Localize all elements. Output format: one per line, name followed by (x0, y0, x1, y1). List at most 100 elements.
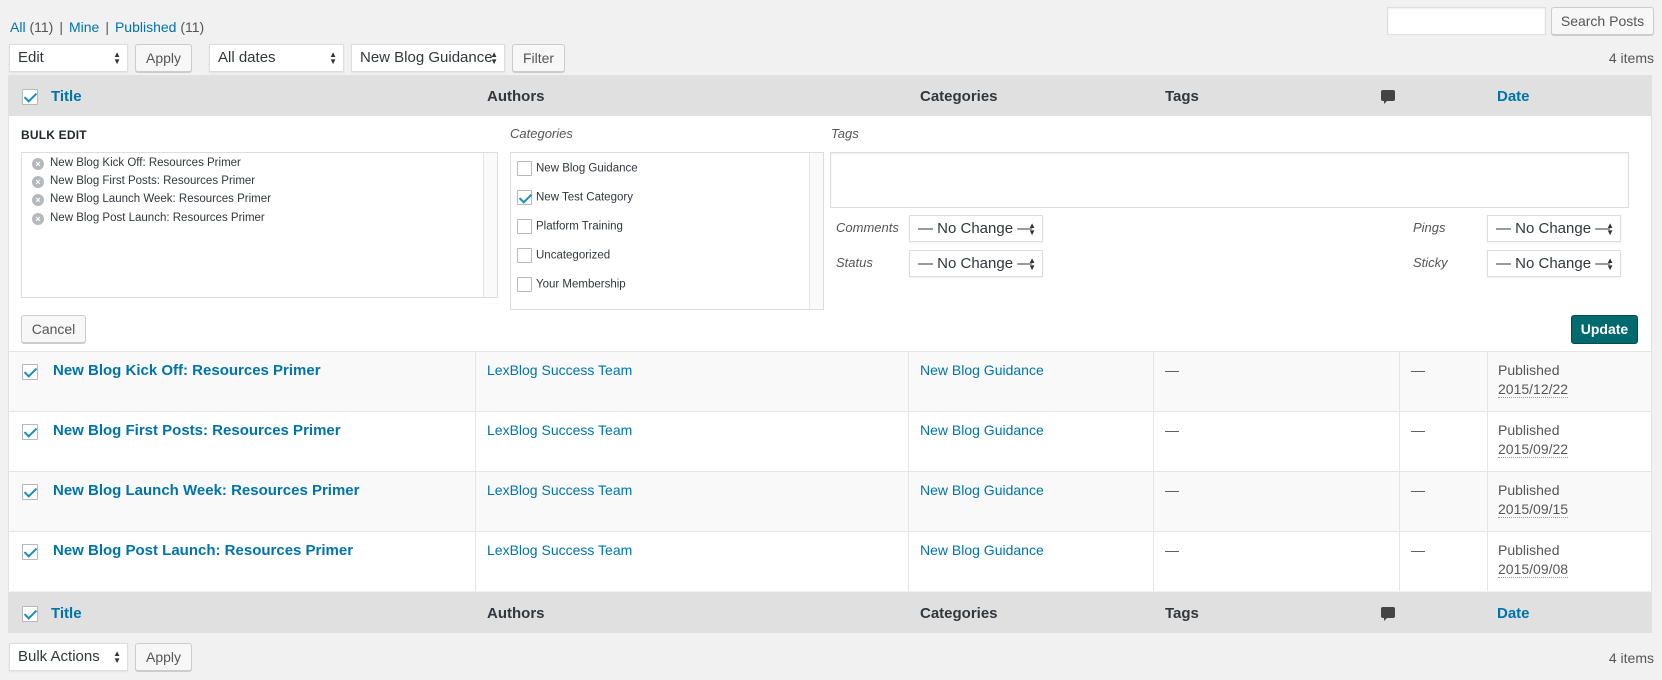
search-input[interactable] (1387, 7, 1546, 35)
apply-button[interactable]: Apply (135, 44, 192, 72)
select-all-checkbox[interactable] (22, 89, 38, 105)
tags-label: Tags (831, 126, 859, 141)
tags-cell: — (1165, 362, 1179, 378)
post-title-link[interactable]: New Blog First Posts: Resources Primer (53, 422, 341, 439)
cancel-button[interactable]: Cancel (21, 315, 86, 343)
category-option[interactable]: New Test Category (517, 190, 633, 205)
status-label: Status (836, 255, 873, 270)
checkbox-icon[interactable] (517, 219, 532, 234)
select-arrows-icon: ▲ ▼ (113, 50, 121, 66)
category-link[interactable]: New Blog Guidance (920, 542, 1044, 558)
category-option[interactable]: Your Membership (517, 277, 626, 292)
date-cell: Published 2015/09/08 (1498, 542, 1569, 578)
bulk-title-item: × New Blog Launch Week: Resources Primer (32, 193, 271, 206)
dates-select[interactable]: All dates ▲ ▼ (209, 44, 344, 72)
category-select[interactable]: New Blog Guidance ▲ ▼ (351, 44, 505, 72)
bulk-title-item: × New Blog First Posts: Resources Primer (32, 175, 255, 188)
category-link[interactable]: New Blog Guidance (920, 362, 1044, 378)
bulk-edit-heading: BULK EDIT (21, 128, 87, 142)
post-title-link[interactable]: New Blog Kick Off: Resources Primer (53, 362, 321, 379)
category-option[interactable]: Uncategorized (517, 248, 610, 263)
comment-bubble-icon[interactable] (1381, 607, 1395, 621)
titles-scrollbar[interactable] (483, 153, 497, 297)
table-footer: Title Authors Categories Tags Date (8, 592, 1652, 633)
remove-circle-icon[interactable]: × (32, 176, 44, 188)
category-option[interactable]: New Blog Guidance (517, 161, 638, 176)
post-title-link[interactable]: New Blog Launch Week: Resources Primer (53, 482, 359, 499)
author-link[interactable]: LexBlog Success Team (487, 542, 632, 558)
column-title-sort[interactable]: Title (51, 88, 82, 105)
date-cell: Published 2015/12/22 (1498, 362, 1569, 398)
update-button[interactable]: Update (1571, 315, 1638, 344)
category-option[interactable]: Platform Training (517, 219, 623, 234)
comments-cell: — (1411, 362, 1425, 378)
tags-cell: — (1165, 542, 1179, 558)
column-categories: Categories (920, 88, 998, 105)
select-arrows-icon: ▲ ▼ (1028, 256, 1036, 272)
row-checkbox[interactable] (22, 364, 38, 380)
post-title-link[interactable]: New Blog Post Launch: Resources Primer (53, 542, 353, 559)
select-all-checkbox[interactable] (22, 606, 38, 622)
bottom-bulk-action-select[interactable]: Bulk Actions ▲ ▼ (9, 643, 128, 671)
checkbox-icon[interactable] (517, 161, 532, 176)
column-date-sort[interactable]: Date (1497, 605, 1530, 622)
column-categories: Categories (920, 605, 998, 622)
view-published-link[interactable]: Published (11) (115, 19, 204, 35)
pings-label: Pings (1413, 220, 1446, 235)
table-row: New Blog Launch Week: Resources Primer L… (8, 471, 1652, 531)
tags-cell: — (1165, 422, 1179, 438)
author-link[interactable]: LexBlog Success Team (487, 422, 632, 438)
view-all-count: (11) (29, 19, 54, 35)
row-checkbox[interactable] (22, 484, 38, 500)
tags-textarea[interactable] (830, 152, 1629, 208)
bulk-edit-titles-list: × New Blog Kick Off: Resources Primer × Ne… (21, 152, 498, 298)
categories-label: Categories (510, 126, 573, 141)
comments-cell: — (1411, 422, 1425, 438)
column-tags: Tags (1165, 88, 1199, 105)
column-title-sort[interactable]: Title (51, 605, 82, 622)
column-tags: Tags (1165, 605, 1199, 622)
search-posts-button[interactable]: Search Posts (1551, 7, 1654, 35)
remove-circle-icon[interactable]: × (32, 158, 44, 170)
comments-cell: — (1411, 542, 1425, 558)
status-select[interactable]: — No Change — ▲ ▼ (909, 250, 1043, 277)
comment-bubble-icon[interactable] (1381, 90, 1395, 104)
row-checkbox[interactable] (22, 544, 38, 560)
remove-circle-icon[interactable]: × (32, 194, 44, 206)
bottom-items-count: 4 items (1608, 650, 1654, 666)
sticky-label: Sticky (1413, 255, 1448, 270)
view-all-link[interactable]: All (11) (10, 19, 53, 35)
select-arrows-icon: ▲ ▼ (1028, 221, 1036, 237)
view-published-count: (11) (180, 19, 205, 35)
checkbox-icon[interactable] (517, 190, 532, 205)
bulk-action-select[interactable]: Edit ▲ ▼ (9, 44, 128, 72)
select-arrows-icon: ▲ ▼ (113, 649, 121, 665)
remove-circle-icon[interactable]: × (32, 213, 44, 225)
view-mine-link[interactable]: Mine (69, 19, 99, 35)
categories-scrollbar[interactable] (809, 153, 823, 309)
comments-cell: — (1411, 482, 1425, 498)
category-link[interactable]: New Blog Guidance (920, 422, 1044, 438)
category-link[interactable]: New Blog Guidance (920, 482, 1044, 498)
bottom-apply-button[interactable]: Apply (135, 643, 192, 671)
view-filters: All (11) | Mine | Published (11) (10, 19, 205, 35)
author-link[interactable]: LexBlog Success Team (487, 482, 632, 498)
table-row: New Blog Post Launch: Resources Primer L… (8, 531, 1652, 591)
column-authors: Authors (487, 605, 545, 622)
filter-button[interactable]: Filter (512, 44, 565, 72)
comments-select[interactable]: — No Change — ▲ ▼ (909, 215, 1043, 242)
table-row: New Blog Kick Off: Resources Primer LexB… (8, 351, 1652, 411)
tags-cell: — (1165, 482, 1179, 498)
checkbox-icon[interactable] (517, 277, 532, 292)
column-date-sort[interactable]: Date (1497, 88, 1530, 105)
date-cell: Published 2015/09/15 (1498, 482, 1569, 518)
author-link[interactable]: LexBlog Success Team (487, 362, 632, 378)
categories-checklist: New Blog Guidance New Test Category Plat… (510, 152, 824, 310)
checkbox-icon[interactable] (517, 248, 532, 263)
row-checkbox[interactable] (22, 424, 38, 440)
items-count: 4 items (1608, 50, 1654, 66)
bulk-title-item: × New Blog Post Launch: Resources Primer (32, 212, 265, 225)
select-arrows-icon: ▲ ▼ (490, 50, 498, 66)
sticky-select[interactable]: — No Change — ▲ ▼ (1487, 250, 1621, 277)
pings-select[interactable]: — No Change — ▲ ▼ (1487, 215, 1621, 242)
